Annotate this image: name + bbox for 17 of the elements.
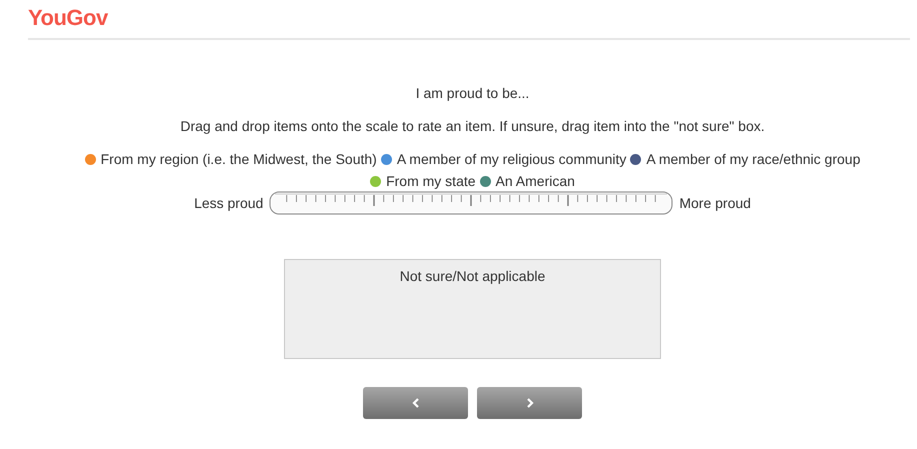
chevron-left-icon bbox=[412, 398, 420, 408]
back-button[interactable] bbox=[363, 387, 468, 419]
instruction-text: Drag and drop items onto the scale to rate an item. If unsure, drag item into the "not sure" box. bbox=[180, 118, 765, 134]
next-button[interactable] bbox=[477, 387, 582, 419]
scale-label: Less proud bbox=[194, 195, 264, 211]
draggable-item[interactable]: An American bbox=[480, 170, 575, 192]
box-label: Not sure/Not applicable bbox=[400, 268, 546, 284]
draggable-item[interactable]: A member of my religious community bbox=[380, 148, 626, 170]
not-sure-drop-box[interactable]: Not sure/Not applicable bbox=[284, 259, 661, 359]
logo: YouGov bbox=[28, 5, 108, 31]
question-title: I am proud to be... bbox=[416, 85, 530, 101]
draggable-item[interactable]: From my state bbox=[370, 170, 476, 192]
rating-scale[interactable] bbox=[269, 191, 674, 215]
scale-label: More proud bbox=[679, 195, 751, 211]
draggable-item[interactable]: From my region (i.e. the Midwest, the South) bbox=[84, 148, 377, 170]
draggable-item[interactable]: A member of my race/ethnic group bbox=[630, 148, 860, 170]
chevron-right-icon bbox=[526, 398, 534, 408]
